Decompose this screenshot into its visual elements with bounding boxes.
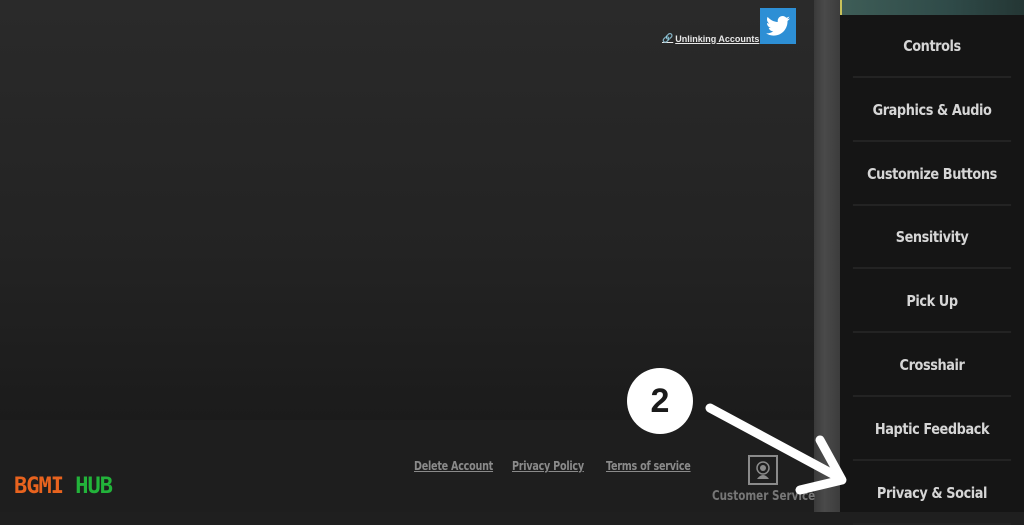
sidebar-item-crosshair[interactable]: Crosshair [852, 335, 1012, 397]
unlinking-accounts-link[interactable]: 🔗 Unlinking Accounts [662, 33, 759, 44]
terms-of-service-link[interactable]: Terms of service [606, 459, 691, 473]
unlinking-accounts-label: Unlinking Accounts [675, 33, 760, 44]
sidebar-banner [840, 0, 1024, 15]
footer-bar [0, 420, 814, 512]
link-icon: 🔗 [662, 33, 674, 43]
sidebar-item-sensitivity[interactable]: Sensitivity [852, 207, 1012, 269]
sidebar-item-customize-buttons[interactable]: Customize Buttons [852, 144, 1012, 206]
sidebar-item-graphics-audio[interactable]: Graphics & Audio [852, 80, 1012, 142]
delete-account-link[interactable]: Delete Account [414, 459, 493, 473]
sidebar-item-privacy-social[interactable]: Privacy & Social [852, 463, 1012, 525]
twitter-button[interactable] [760, 8, 796, 44]
watermark-part-2: HUB [75, 474, 113, 499]
privacy-policy-link[interactable]: Privacy Policy [512, 459, 584, 473]
sidebar-item-haptic-feedback[interactable]: Haptic Feedback [852, 399, 1012, 461]
step-number-badge: 2 [627, 368, 693, 434]
sidebar-item-controls[interactable]: Controls [852, 16, 1012, 78]
annotation-arrow-icon [705, 403, 847, 495]
settings-sidebar: Controls Graphics & Audio Customize Butt… [840, 0, 1024, 525]
twitter-icon [766, 16, 790, 36]
bgmi-hub-watermark: BGMI HUB [14, 474, 113, 499]
watermark-part-1: BGMI [14, 474, 64, 499]
settings-content-panel [0, 0, 814, 420]
sidebar-item-pick-up[interactable]: Pick Up [852, 271, 1012, 333]
